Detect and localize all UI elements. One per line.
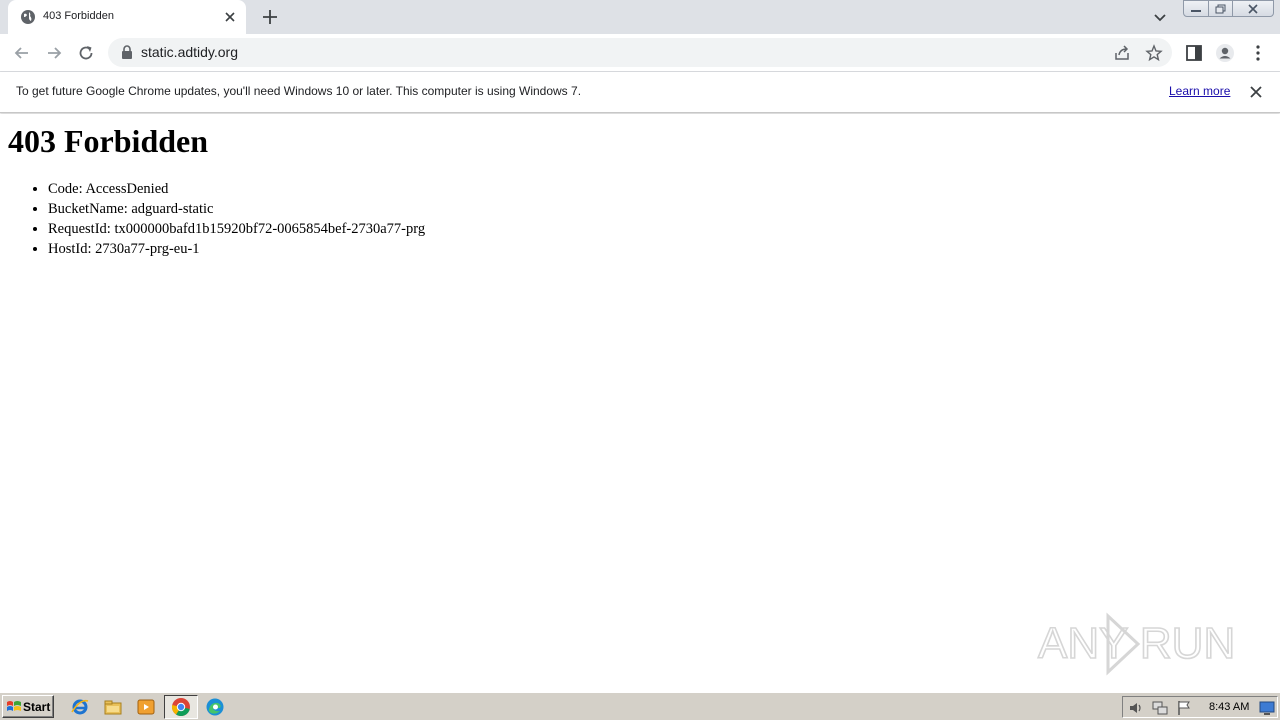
kebab-menu-icon[interactable] xyxy=(1248,43,1268,63)
windows-logo-icon xyxy=(7,701,21,711)
anyrun-watermark-logo: ANY RUN xyxy=(1037,612,1236,676)
browser-toolbar: static.adtidy.org xyxy=(0,34,1280,72)
internet-explorer-icon[interactable] xyxy=(70,697,90,717)
reload-icon[interactable] xyxy=(76,43,96,63)
chrome-taskbar-button[interactable] xyxy=(164,695,198,719)
back-arrow-icon[interactable] xyxy=(12,43,32,63)
chrome-icon xyxy=(171,698,190,717)
restore-icon xyxy=(1215,4,1225,13)
tab-active[interactable]: 403 Forbidden xyxy=(8,0,246,34)
taskbar-clock[interactable]: 8:43 AM xyxy=(1209,701,1249,713)
show-desktop-icon[interactable] xyxy=(1259,700,1275,716)
close-icon[interactable] xyxy=(222,9,238,25)
side-panel-icon[interactable] xyxy=(1184,43,1204,63)
list-item: RequestId: tx000000bafd1b15920bf72-00658… xyxy=(48,219,425,239)
start-label: Start xyxy=(23,700,51,714)
share-icon[interactable] xyxy=(1113,44,1131,62)
tab-title: 403 Forbidden xyxy=(43,10,114,22)
infobar-message: To get future Google Chrome updates, you… xyxy=(16,84,582,98)
minimize-button[interactable] xyxy=(1183,0,1209,17)
url-text[interactable]: static.adtidy.org xyxy=(141,44,238,60)
network-icon[interactable] xyxy=(1151,699,1169,717)
page-content: 403 Forbidden Code: AccessDenied BucketN… xyxy=(0,114,1280,692)
edge-browser-icon[interactable] xyxy=(205,697,225,717)
minimize-icon xyxy=(1191,9,1201,12)
restore-button[interactable] xyxy=(1208,0,1233,17)
list-item: HostId: 2730a77-prg-eu-1 xyxy=(48,239,425,259)
system-tray: 8:43 AM xyxy=(1122,696,1278,718)
error-details-list: Code: AccessDenied BucketName: adguard-s… xyxy=(48,179,425,259)
media-player-icon[interactable] xyxy=(136,697,156,717)
address-bar[interactable]: static.adtidy.org xyxy=(108,38,1172,67)
close-icon[interactable] xyxy=(1248,84,1264,100)
update-infobar: To get future Google Chrome updates, you… xyxy=(0,72,1280,113)
globe-icon xyxy=(21,10,35,24)
forward-arrow-icon[interactable] xyxy=(44,43,64,63)
lock-icon[interactable] xyxy=(120,45,134,60)
learn-more-link[interactable]: Learn more xyxy=(1169,84,1230,98)
chevron-down-icon[interactable] xyxy=(1152,9,1168,25)
list-item: Code: AccessDenied xyxy=(48,179,425,199)
tab-strip: 403 Forbidden xyxy=(0,0,1280,34)
window-close-button[interactable] xyxy=(1232,0,1274,17)
close-icon xyxy=(1248,3,1258,14)
volume-icon[interactable] xyxy=(1127,699,1145,717)
profile-avatar-icon[interactable] xyxy=(1215,43,1235,63)
bookmark-star-icon[interactable] xyxy=(1145,44,1163,62)
start-button[interactable]: Start xyxy=(2,695,54,718)
page-title: 403 Forbidden xyxy=(8,123,209,159)
list-item: BucketName: adguard-static xyxy=(48,199,425,219)
action-center-flag-icon[interactable] xyxy=(1175,699,1193,717)
new-tab-icon[interactable] xyxy=(260,7,280,27)
windows-taskbar: Start 8:43 AM xyxy=(0,692,1280,720)
file-explorer-icon[interactable] xyxy=(103,697,123,717)
